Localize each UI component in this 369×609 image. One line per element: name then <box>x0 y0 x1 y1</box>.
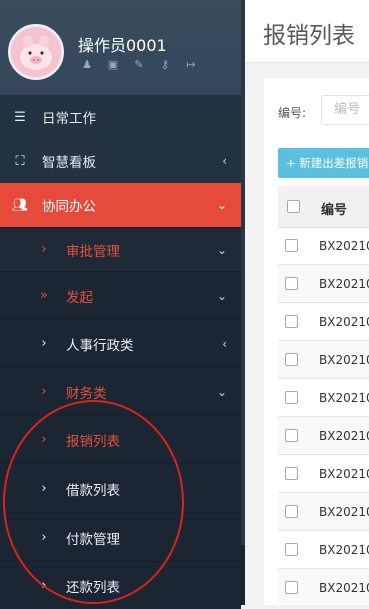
row-checkbox[interactable] <box>285 239 298 252</box>
menu-item-hr-admin[interactable]: › 人事行政类 ‹ <box>0 319 241 367</box>
page-header: 报销列表 <box>245 0 369 63</box>
menu-label: 发起 <box>66 289 93 306</box>
row-number: BX20210 <box>319 239 369 253</box>
menu-item-loan-list[interactable]: › 借款列表 <box>0 463 241 513</box>
row-checkbox[interactable] <box>285 429 298 442</box>
table-row[interactable]: BX20210 <box>278 569 369 605</box>
menu-item-finance[interactable]: › 财务类 ⌄ <box>0 367 241 415</box>
table-row[interactable]: BX20210 <box>278 417 369 455</box>
menu-item-payment-mgmt[interactable]: › 付款管理 <box>0 513 241 561</box>
list-card: 编号: 编号 + 新建出差报销 编号 BX20210 BX20210 BX20210… <box>264 78 369 605</box>
chevron-right-icon: › <box>41 242 47 257</box>
chevron-right-icon: › <box>41 481 47 496</box>
chevron-down-icon: ⌄ <box>216 288 227 303</box>
row-checkbox[interactable] <box>285 353 298 366</box>
username: 操作员0001 <box>78 36 167 55</box>
table-row[interactable]: BX20210 <box>278 227 369 265</box>
table-header: 编号 <box>278 186 369 228</box>
image-icon[interactable]: ▣ <box>106 58 120 71</box>
chevron-down-icon: ⌄ <box>216 242 227 257</box>
menu-label: 财务类 <box>66 385 107 402</box>
row-number: BX20210 <box>319 581 369 595</box>
page-title: 报销列表 <box>263 23 355 49</box>
row-checkbox[interactable] <box>285 315 298 328</box>
menu-item-collab-office[interactable]: 👥︎ 协同办公 ⌄ <box>0 183 241 227</box>
row-checkbox[interactable] <box>285 505 298 518</box>
row-checkbox[interactable] <box>285 391 298 404</box>
menu-label: 付款管理 <box>66 531 120 548</box>
pig-avatar-image <box>11 27 61 77</box>
profile-toolbar: ♟ ▣ ✎ ⚷ ↦ <box>80 58 198 71</box>
chevron-down-icon: ⌄ <box>216 198 227 212</box>
row-number: BX20210 <box>319 467 369 481</box>
menu-label: 审批管理 <box>66 243 120 260</box>
row-number: BX20210 <box>319 543 369 557</box>
new-reimbursement-button[interactable]: + 新建出差报销 <box>278 148 369 178</box>
menu-label: 智慧看板 <box>42 155 96 171</box>
table-row[interactable]: BX20210 <box>278 493 369 531</box>
double-chevron-right-icon: » <box>40 288 48 303</box>
row-checkbox[interactable] <box>285 543 298 556</box>
menu-label: 还款列表 <box>66 579 120 596</box>
chevron-left-icon: ‹ <box>222 154 227 168</box>
menu-item-reimburse-list[interactable]: › 报销列表 <box>0 415 241 463</box>
edit-icon[interactable]: ✎ <box>132 58 146 71</box>
menu-label: 借款列表 <box>66 482 120 499</box>
sidebar: 操作员0001 ♟ ▣ ✎ ⚷ ↦ ☰ 日常工作 ⛶ 智慧看板 ‹ 👥︎ 协同办… <box>0 0 241 609</box>
dashboard-icon: ⛶ <box>15 153 25 169</box>
row-number: BX20210 <box>319 429 369 443</box>
users-icon: 👥︎ <box>11 197 29 213</box>
row-number: BX20210 <box>319 505 369 519</box>
menu-label: 报销列表 <box>66 433 120 450</box>
table-row[interactable]: BX20210 <box>278 455 369 493</box>
menu-item-daily-work[interactable]: ☰ 日常工作 <box>0 95 241 139</box>
user-profile: 操作员0001 ♟ ▣ ✎ ⚷ ↦ <box>0 0 241 95</box>
row-checkbox[interactable] <box>285 467 298 480</box>
table-row[interactable]: BX20210 <box>278 341 369 379</box>
menu-item-approval[interactable]: › 审批管理 ⌄ <box>0 227 241 271</box>
list-icon: ☰ <box>14 109 26 125</box>
user-icon[interactable]: ♟ <box>80 58 94 71</box>
key-icon[interactable]: ⚷ <box>158 58 172 71</box>
chevron-right-icon: › <box>41 530 47 545</box>
table-row[interactable]: BX20210 <box>278 531 369 569</box>
chevron-down-icon: ⌄ <box>216 384 227 399</box>
menu-label: 日常工作 <box>42 111 96 127</box>
chevron-right-icon: › <box>41 336 47 351</box>
menu-label: 协同办公 <box>42 199 96 215</box>
table-row[interactable]: BX20210 <box>278 265 369 303</box>
row-number: BX20210 <box>319 391 369 405</box>
menu-item-initiate[interactable]: » 发起 ⌄ <box>0 271 241 319</box>
filter-label: 编号: <box>278 106 307 120</box>
row-number: BX20210 <box>319 277 369 291</box>
row-checkbox[interactable] <box>285 277 298 290</box>
chevron-right-icon: › <box>41 384 47 399</box>
chevron-left-icon: ‹ <box>222 336 227 351</box>
menu-label: 人事行政类 <box>66 337 134 354</box>
row-number: BX20210 <box>319 315 369 329</box>
menu-item-repay-list[interactable]: › 还款列表 <box>0 561 241 609</box>
avatar[interactable] <box>8 24 64 80</box>
chevron-right-icon: › <box>41 432 47 447</box>
table-row[interactable]: BX20210 <box>278 303 369 341</box>
column-header-number[interactable]: 编号 <box>321 199 347 218</box>
logout-icon[interactable]: ↦ <box>184 58 198 71</box>
menu-item-smart-board[interactable]: ⛶ 智慧看板 ‹ <box>0 139 241 183</box>
number-search-input[interactable]: 编号 <box>321 95 369 125</box>
chevron-right-icon: › <box>41 578 47 593</box>
table-row[interactable]: BX20210 <box>278 379 369 417</box>
select-all-checkbox[interactable] <box>287 200 300 213</box>
row-checkbox[interactable] <box>285 581 298 594</box>
row-number: BX20210 <box>319 353 369 367</box>
main-content: 报销列表 编号: 编号 + 新建出差报销 编号 BX20210 BX20210 BX… <box>245 0 369 605</box>
